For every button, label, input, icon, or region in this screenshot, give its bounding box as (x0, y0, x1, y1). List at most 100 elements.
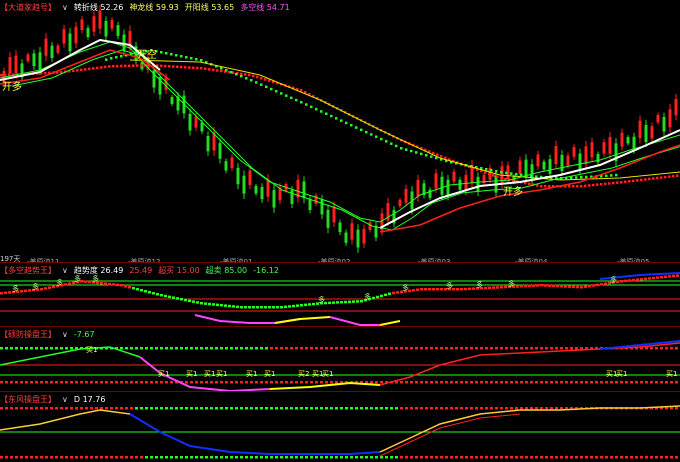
red-dot-line (184, 66, 187, 69)
dot-row (505, 456, 508, 459)
dot-row (145, 456, 148, 459)
dot-row (310, 407, 313, 410)
dot-row (100, 407, 103, 410)
trend-dot (568, 285, 571, 288)
green-dot-line (220, 67, 223, 70)
green-dot-line (200, 59, 203, 62)
dot-row (275, 407, 278, 410)
trade-panel-title[interactable]: 【硕防操盘王】 (0, 329, 56, 340)
red-dot-line (600, 183, 603, 186)
dot-row (250, 456, 253, 459)
dot-row (410, 347, 413, 350)
chevron-down-icon[interactable]: ∨ (62, 3, 68, 12)
chevron-down-icon[interactable]: ∨ (62, 266, 68, 275)
main-item-2: 开阳线 53.65 (184, 2, 235, 12)
dot-row (450, 381, 453, 384)
candle-body (476, 176, 480, 192)
red-dot-line (644, 178, 647, 181)
trade-panel[interactable]: 【硕防操盘王】 ∨ -7.67 买1 买1 买1 买1 买1 买1 买2 买1 买1 买1 买1 买1… (0, 327, 680, 391)
green-dot-line (370, 133, 373, 136)
candle-body (38, 52, 42, 70)
dot-row (270, 347, 273, 350)
main-indicator-title[interactable]: 【大道家趋号】 (0, 2, 56, 13)
chevron-down-icon[interactable]: ∨ (62, 330, 68, 339)
dot-row (655, 456, 658, 459)
red-dot-line (592, 183, 595, 187)
dot-row (390, 407, 393, 410)
trade-panel-canvas[interactable] (0, 327, 680, 391)
dot-row (105, 456, 108, 459)
trend-dot (460, 288, 463, 291)
candle-body (560, 154, 564, 172)
red-dot-line (88, 67, 91, 71)
dongfeng-panel[interactable]: 【东风操盘王】 ∨ D 17.76 (0, 392, 680, 462)
dot-row (555, 456, 558, 459)
buy-signal: 买1 (616, 370, 628, 378)
trend-dot (288, 305, 291, 308)
dot-row (75, 381, 78, 384)
candle-body (230, 157, 234, 169)
dot-row (405, 456, 408, 459)
dot-row (650, 381, 653, 384)
dot-row (310, 456, 313, 459)
dot-row (670, 456, 673, 459)
trend-dot (292, 304, 295, 308)
green-dot-line (505, 171, 508, 175)
dot-row (615, 456, 618, 459)
green-dot-line (520, 173, 523, 177)
candle-body (50, 45, 54, 59)
candle-body (590, 142, 594, 158)
trend-dot (184, 298, 187, 302)
dot-row (65, 347, 68, 350)
trend-dot (552, 284, 555, 288)
dot-row (320, 407, 323, 410)
dot-row (125, 407, 128, 410)
dot-row (380, 381, 383, 384)
dot-row (450, 347, 453, 350)
trend-panel[interactable]: 【多空趋势王】 ∨ 趋势度 26.49 25.49 超买 15.00 超卖 85… (0, 263, 680, 326)
main-chart-canvas[interactable] (0, 0, 680, 262)
trend-dot (636, 278, 639, 281)
green-dot-line (575, 176, 578, 179)
red-dot-line (96, 66, 99, 70)
dot-row (295, 381, 298, 384)
dot-row (255, 347, 258, 350)
candle-body (656, 114, 660, 123)
dot-row (195, 407, 198, 410)
candle-body (26, 54, 30, 62)
red-dot-line (92, 67, 95, 70)
dot-row (575, 381, 578, 384)
dot-row (535, 407, 538, 410)
dot-row (555, 381, 558, 384)
dot-row (10, 407, 13, 410)
dongfeng-panel-title[interactable]: 【东风操盘王】 (0, 394, 56, 405)
dot-row (440, 347, 443, 350)
green-dot-line (270, 87, 273, 91)
red-dot-line (240, 72, 243, 76)
trend-panel-title[interactable]: 【多空趋势王】 (0, 265, 56, 276)
candle-body (554, 146, 558, 165)
chevron-down-icon[interactable]: ∨ (62, 395, 68, 404)
dongfeng-line-blue (129, 413, 381, 455)
green-dot-line (405, 148, 408, 151)
dot-row (355, 347, 358, 350)
dot-row (245, 407, 248, 410)
dot-row (160, 347, 163, 350)
red-dot-line (200, 67, 203, 70)
candle-body (116, 25, 120, 36)
red-dot-line (172, 65, 175, 68)
dot-row (295, 407, 298, 410)
dot-row (295, 347, 298, 350)
red-dot-line (500, 177, 503, 180)
dot-row (470, 347, 473, 350)
dot-row (500, 347, 503, 350)
dot-row (610, 456, 613, 459)
trend-dot (88, 280, 91, 284)
dot-row (70, 347, 73, 350)
main-chart-panel[interactable]: 【大道家趋号】 ∨ 转折线 52.26 神龙线 59.93 开阳线 53.65 … (0, 0, 680, 262)
dot-row (430, 407, 433, 410)
dot-row (170, 407, 173, 410)
dot-row (625, 456, 628, 459)
trend-item-0: 趋势度 26.49 (73, 265, 124, 275)
dot-row (335, 347, 338, 350)
